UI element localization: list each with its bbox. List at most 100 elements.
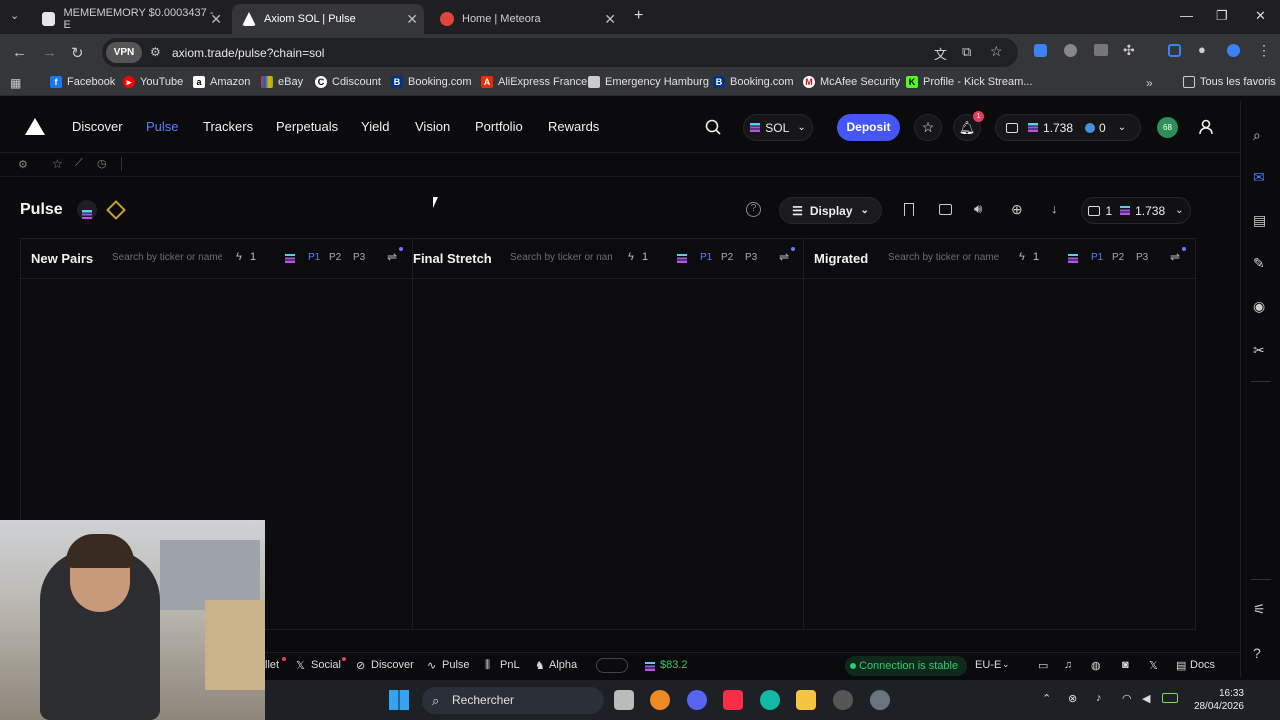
bookmark-booking-2[interactable]: B Booking.com	[713, 76, 794, 88]
help-icon[interactable]: ?	[746, 202, 761, 217]
browser-menu-icon[interactable]: ⋮	[1257, 42, 1271, 59]
tab-search-chevron-icon[interactable]: ⌄	[10, 9, 19, 22]
folder-app-icon[interactable]	[796, 690, 816, 710]
nav-discover[interactable]: Discover	[72, 119, 123, 134]
settings-gear-icon[interactable]	[870, 690, 890, 710]
axiom-logo-icon[interactable]	[25, 118, 45, 135]
palette-icon[interactable]: ◍	[1091, 659, 1101, 672]
chat-sidebar-icon[interactable]: ✉	[1253, 169, 1265, 186]
discord-icon[interactable]: ◙	[1122, 659, 1129, 671]
game-app-icon[interactable]	[833, 690, 853, 710]
discord-app-icon[interactable]	[687, 690, 707, 710]
footer-pulse[interactable]: Pulse	[442, 659, 470, 671]
bookmark-aliexpress[interactable]: A AliExpress France	[481, 76, 587, 88]
watchlist-star-button[interactable]: ☆	[914, 114, 942, 141]
wifi-icon[interactable]: ◠	[1122, 692, 1132, 705]
preset-p1[interactable]: P1	[700, 252, 712, 263]
bookmark-facebook[interactable]: f Facebook	[50, 76, 115, 88]
preset-p2[interactable]: P2	[721, 252, 733, 263]
preset-p2[interactable]: P2	[1112, 252, 1124, 263]
tray-app-icon[interactable]: ⊗	[1068, 692, 1077, 705]
close-tab-icon[interactable]: ✕	[604, 11, 616, 28]
close-window-icon[interactable]: ✕	[1255, 8, 1266, 24]
tray-chevron-icon[interactable]: ⌃	[1042, 692, 1051, 705]
nav-yield[interactable]: Yield	[361, 119, 389, 134]
quick-buy-amount[interactable]: 1	[642, 251, 648, 263]
filter-sliders-icon[interactable]: ⇌	[387, 250, 397, 264]
extension-shield-icon[interactable]	[1034, 44, 1047, 57]
docs-link[interactable]: Docs	[1190, 659, 1215, 671]
footer-alpha[interactable]: Alpha	[549, 659, 577, 671]
quick-buy-amount[interactable]: 1	[250, 251, 256, 263]
wallet-selector[interactable]: 1 1.738 ⌄	[1081, 197, 1191, 224]
keyboard-icon[interactable]	[939, 204, 952, 215]
sync-check-icon[interactable]	[1227, 44, 1240, 57]
battery-icon[interactable]	[1162, 693, 1178, 703]
preset-p3[interactable]: P3	[745, 252, 757, 263]
x-social-icon[interactable]: 𝕏	[1149, 659, 1158, 672]
address-bar[interactable]: VPN ⚙ axiom.trade/pulse?chain=sol 文 ⧉ ☆	[102, 38, 1018, 67]
volume-icon[interactable]: ◀	[1142, 692, 1150, 705]
restore-window-icon[interactable]: ❐	[1216, 8, 1228, 24]
bookmark-star-icon[interactable]: ☆	[990, 43, 1003, 60]
close-tab-icon[interactable]: ✕	[406, 11, 418, 28]
collections-icon[interactable]: ▤	[1253, 212, 1266, 229]
layout-icon[interactable]: ▭	[1038, 659, 1048, 672]
browser-app-icon[interactable]	[650, 690, 670, 710]
site-settings-icon[interactable]: ⚙	[150, 45, 161, 59]
notes-icon[interactable]: ✎	[1253, 255, 1265, 272]
install-app-icon[interactable]: ⧉	[962, 44, 971, 60]
display-button[interactable]: ☰ Display ⌄	[779, 197, 882, 224]
filter-sliders-icon[interactable]: ⇌	[1170, 250, 1180, 264]
footer-social[interactable]: Social	[311, 659, 341, 671]
sound-icon[interactable]: 🔊︎	[974, 201, 982, 217]
nav-rewards[interactable]: Rewards	[548, 119, 599, 134]
preset-p1[interactable]: P1	[1091, 252, 1103, 263]
footer-discover[interactable]: Discover	[371, 659, 414, 671]
history-icon[interactable]: ◷	[97, 157, 107, 170]
search-icon[interactable]	[704, 118, 722, 136]
footer-wallet[interactable]: llet	[265, 659, 279, 671]
quick-buy-bolt-icon[interactable]: ϟ	[236, 251, 242, 263]
extension-gray-icon[interactable]	[1064, 44, 1077, 57]
bookmark-cdiscount[interactable]: C Cdiscount	[315, 76, 381, 88]
forward-arrow-icon[interactable]: →	[42, 44, 57, 61]
profile-icon[interactable]: ●	[1198, 42, 1206, 57]
help-circle-icon[interactable]: ?	[1253, 645, 1261, 661]
taskbar-search[interactable]: ⌕ Rechercher	[422, 687, 604, 714]
customize-sliders-icon[interactable]: ⚟	[1253, 601, 1266, 618]
vpn-badge[interactable]: VPN	[106, 42, 142, 63]
nav-perpetuals[interactable]: Perpetuals	[276, 119, 338, 134]
quick-buy-bolt-icon[interactable]: ϟ	[628, 251, 634, 263]
deposit-button[interactable]: Deposit	[837, 114, 900, 141]
more-bookmarks-chevron-icon[interactable]: »	[1146, 76, 1153, 90]
preset-p1[interactable]: P1	[308, 252, 320, 263]
microphone-icon[interactable]: ♪	[1096, 692, 1102, 704]
footer-pnl[interactable]: PnL	[500, 659, 520, 671]
settings-gear-icon[interactable]: ⚙	[18, 158, 28, 171]
app-c-icon[interactable]	[760, 690, 780, 710]
bookmark-emergency-hamburg[interactable]: Emergency Hamburg	[588, 76, 709, 88]
preset-p3[interactable]: P3	[353, 252, 365, 263]
chart-line-icon[interactable]: ⟋	[75, 157, 83, 170]
all-bookmarks-folder[interactable]: Tous les favoris	[1183, 76, 1276, 88]
browser-tab-3[interactable]: Home | Meteora ✕	[430, 4, 622, 34]
watchlist-star-icon[interactable]: ☆	[52, 157, 63, 171]
region-selector[interactable]: EU-E	[975, 659, 1001, 671]
bell-icon[interactable]: ♫	[1064, 659, 1072, 671]
close-tab-icon[interactable]: ✕	[210, 11, 222, 28]
preset-p3[interactable]: P3	[1136, 252, 1148, 263]
avatar[interactable]: 68	[1157, 117, 1178, 138]
bookmark-mcafee[interactable]: M McAfee Security	[803, 76, 900, 88]
new-tab-button[interactable]: +	[634, 7, 643, 25]
column-search-input[interactable]: Search by ticker or name	[888, 252, 1005, 263]
music-app-icon[interactable]	[723, 690, 743, 710]
user-settings-icon[interactable]	[1198, 118, 1216, 136]
bnb-chain-icon[interactable]	[106, 200, 126, 220]
browser-tab-1[interactable]: MEMEMEMORY $0.0003437 - E ✕	[32, 4, 228, 34]
taskbar-clock[interactable]: 16:33 28/04/2026	[1188, 687, 1244, 713]
crosshair-settings-icon[interactable]: ⊕	[1011, 201, 1023, 218]
column-search-input[interactable]: Search by ticker or name	[112, 252, 222, 263]
back-arrow-icon[interactable]: ←	[12, 44, 27, 61]
nav-trackers[interactable]: Trackers	[203, 119, 253, 134]
